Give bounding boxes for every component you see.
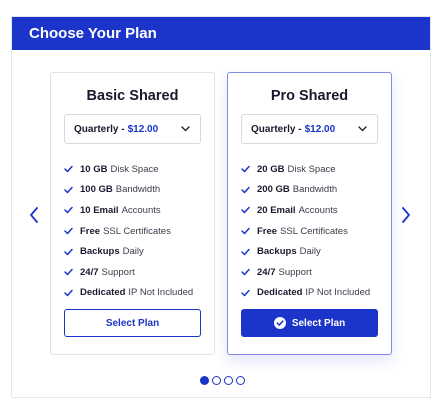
feature-item: 20 Email Accounts	[241, 200, 370, 221]
page-title: Choose Your Plan	[29, 25, 157, 42]
check-icon	[64, 166, 73, 173]
feature-text: IP Not Included	[128, 287, 194, 299]
check-icon	[241, 269, 250, 276]
chevron-down-icon	[358, 126, 367, 132]
feature-item: 10 GB Disk Space	[64, 159, 193, 180]
feature-highlight: Dedicated	[257, 287, 303, 299]
check-icon	[64, 248, 73, 255]
check-icon	[64, 227, 73, 235]
billing-period-label: Quarterly -	[251, 123, 302, 135]
carousel-prev-button[interactable]	[26, 204, 42, 226]
check-icon	[241, 289, 250, 297]
feature-highlight: Backups	[80, 246, 120, 258]
feature-highlight: 200 GB	[257, 184, 290, 196]
feature-highlight: 10 GB	[80, 163, 108, 175]
check-icon	[64, 186, 73, 194]
pagination-dot[interactable]	[236, 376, 245, 385]
feature-item: 200 GB Bandwidth	[241, 180, 370, 201]
feature-highlight: 24/7	[257, 266, 276, 278]
feature-item: Backups Daily	[241, 241, 370, 262]
plan-card-pro: Pro Shared Quarterly - $12.00 20 GB Disk …	[227, 72, 392, 355]
pagination-dot[interactable]	[200, 376, 209, 385]
feature-highlight: 24/7	[80, 266, 99, 278]
chevron-left-icon	[30, 207, 38, 223]
feature-highlight: 20 Email	[257, 204, 296, 216]
feature-text: Bandwidth	[115, 184, 161, 196]
feature-text: Bandwidth	[292, 184, 338, 196]
carousel-pagination	[200, 376, 245, 385]
feature-item: 100 GB Bandwidth	[64, 180, 193, 201]
select-plan-button[interactable]: Select Plan	[64, 309, 201, 337]
feature-text: Daily	[299, 246, 321, 258]
feature-text: Support	[101, 266, 135, 278]
carousel-next-button[interactable]	[398, 204, 414, 226]
feature-highlight: Backups	[257, 246, 297, 258]
feature-text: Accounts	[121, 204, 161, 216]
feature-text: Support	[278, 266, 312, 278]
feature-text: IP Not Included	[305, 287, 371, 299]
feature-list: 20 GB Disk Space 200 GB Bandwidth 20 Email…	[241, 159, 370, 303]
feature-text: Disk Space	[287, 163, 336, 175]
check-icon	[241, 248, 250, 255]
feature-text: Accounts	[298, 204, 338, 216]
feature-highlight: 10 Email	[80, 204, 119, 216]
select-plan-label: Select Plan	[291, 317, 346, 329]
billing-price: $12.00	[127, 123, 159, 135]
chevron-right-icon	[402, 207, 410, 223]
check-icon	[241, 227, 250, 235]
feature-text: Disk Space	[110, 163, 159, 175]
check-circle-icon	[273, 317, 286, 329]
billing-period-select[interactable]: Quarterly - $12.00	[241, 114, 378, 144]
billing-period-select[interactable]: Quarterly - $12.00	[64, 114, 201, 144]
feature-highlight: 100 GB	[80, 184, 113, 196]
feature-item: 20 GB Disk Space	[241, 159, 370, 180]
feature-item: Free SSL Certificates	[241, 221, 370, 242]
billing-price: $12.00	[304, 123, 336, 135]
feature-list: 10 GB Disk Space 100 GB Bandwidth 10 Email…	[64, 159, 193, 303]
feature-highlight: Free	[80, 225, 101, 237]
panel-header: Choose Your Plan	[12, 17, 430, 50]
feature-highlight: 20 GB	[257, 163, 285, 175]
check-icon	[64, 207, 73, 214]
feature-item: 24/7 Support	[64, 262, 193, 283]
pagination-dot[interactable]	[212, 376, 221, 385]
check-icon	[64, 289, 73, 297]
select-plan-button[interactable]: Select Plan	[241, 309, 378, 337]
plan-name: Basic Shared	[86, 88, 179, 104]
pagination-dot[interactable]	[224, 376, 233, 385]
check-icon	[241, 186, 250, 194]
feature-text: SSL Certificates	[103, 225, 171, 237]
feature-item: 24/7 Support	[241, 262, 370, 283]
feature-item: Dedicated IP Not Included	[64, 283, 193, 304]
check-icon	[241, 166, 250, 173]
check-icon	[64, 269, 73, 276]
feature-item: Free SSL Certificates	[64, 221, 193, 242]
feature-item: 10 Email Accounts	[64, 200, 193, 221]
check-icon	[241, 207, 250, 214]
feature-text: Daily	[122, 246, 144, 258]
feature-highlight: Dedicated	[80, 287, 126, 299]
feature-item: Dedicated IP Not Included	[241, 283, 370, 304]
plan-card-basic: Basic Shared Quarterly - $12.00 10 GB Dis…	[50, 72, 215, 355]
feature-highlight: Free	[257, 225, 278, 237]
chevron-down-icon	[181, 126, 190, 132]
feature-item: Backups Daily	[64, 241, 193, 262]
select-plan-label: Select Plan	[105, 317, 160, 329]
plan-name: Pro Shared	[270, 88, 349, 104]
feature-text: SSL Certificates	[280, 225, 348, 237]
plan-selector-panel: Choose Your Plan Basic Shared Quarterly …	[11, 16, 431, 398]
billing-period-label: Quarterly -	[74, 123, 125, 135]
